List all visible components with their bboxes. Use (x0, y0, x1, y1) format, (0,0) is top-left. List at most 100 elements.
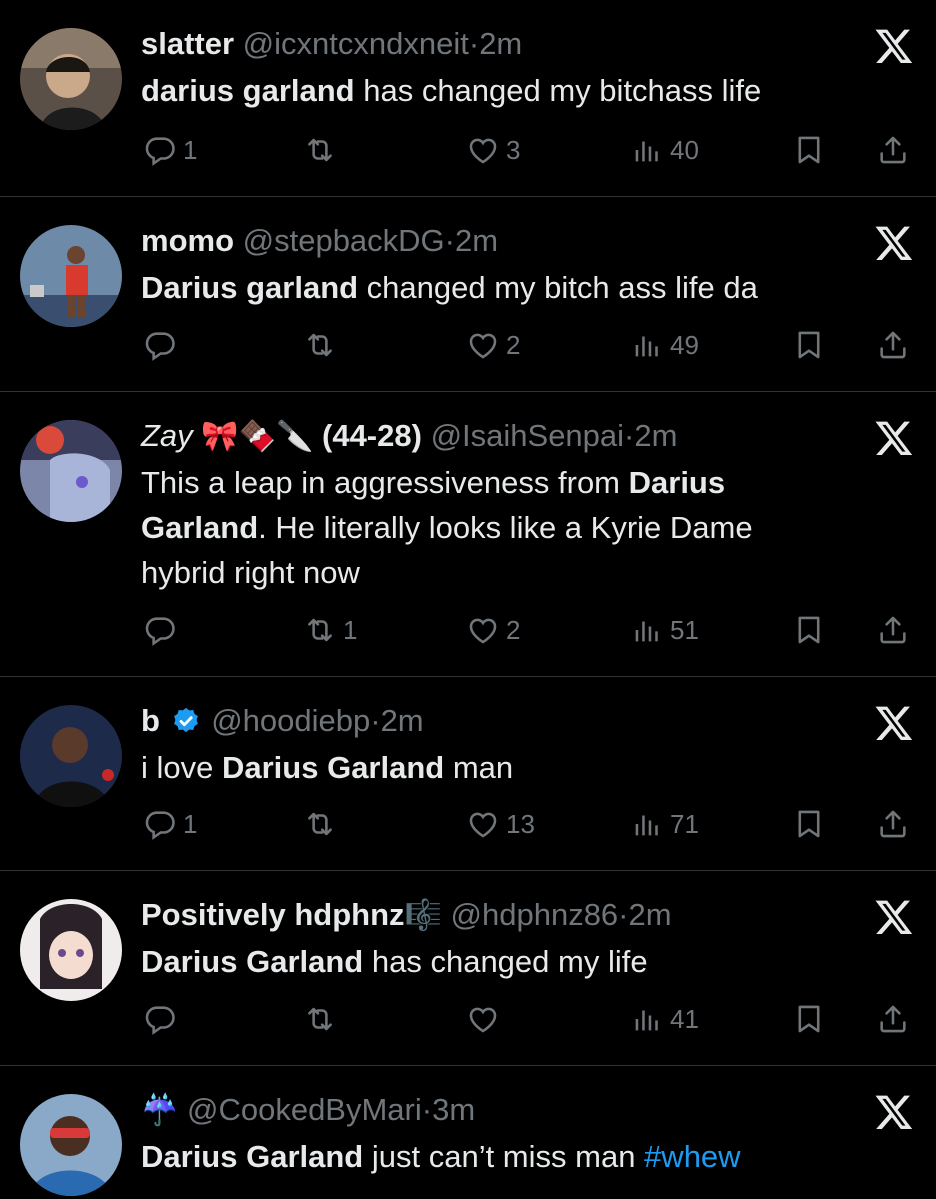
views-button[interactable]: 40 (630, 130, 699, 170)
tweet[interactable]: b @hoodiebp·2m i love Darius Garland man… (0, 677, 936, 870)
bookmark-icon (792, 1002, 826, 1036)
timestamp[interactable]: 2m (455, 223, 498, 258)
retweet-button[interactable] (303, 130, 343, 170)
view-count: 41 (670, 1003, 699, 1034)
like-button[interactable]: 2 (466, 610, 520, 650)
avatar[interactable] (20, 225, 122, 327)
bookmark-button[interactable] (792, 325, 826, 365)
reply-button[interactable] (143, 999, 183, 1039)
views-button[interactable]: 41 (630, 999, 699, 1039)
bookmark-button[interactable] (792, 610, 826, 650)
avatar[interactable] (20, 1094, 122, 1196)
bookmark-button[interactable] (792, 999, 826, 1039)
display-name[interactable]: b (141, 703, 160, 738)
view-count: 40 (670, 134, 699, 165)
action-bar: 1 2 51 (0, 610, 936, 650)
highlight-text: Darius Garland (221, 750, 445, 785)
like-icon (466, 328, 500, 362)
tweet-text: Darius Garland just can’t miss man #whew (141, 1134, 831, 1179)
body-text: has changed my life (363, 944, 648, 979)
like-count: 3 (506, 134, 521, 165)
share-button[interactable] (876, 804, 910, 844)
bookmark-button[interactable] (792, 804, 826, 844)
highlight-text: Darius garland (141, 270, 359, 305)
reply-button[interactable] (143, 610, 183, 650)
share-icon (876, 328, 910, 362)
handle[interactable]: @CookedByMari (187, 1092, 422, 1127)
view-count: 51 (670, 614, 699, 645)
display-name[interactable]: Positively hdphnz (141, 897, 405, 932)
like-button[interactable]: 3 (466, 130, 520, 170)
verified-badge-icon (173, 707, 198, 733)
highlight-text: darius garland (141, 73, 355, 108)
tweet-header: Positively hdphnz🎼 @hdphnz86·2m (141, 893, 672, 938)
avatar[interactable] (20, 420, 122, 522)
x-logo-icon (874, 418, 914, 458)
retweet-icon (303, 1002, 337, 1036)
share-icon (876, 807, 910, 841)
like-button[interactable]: 13 (466, 804, 535, 844)
retweet-button[interactable] (303, 804, 343, 844)
action-bar: 41 (0, 999, 936, 1039)
handle[interactable]: @icxntcxndxneit (243, 26, 469, 61)
timestamp[interactable]: 3m (432, 1092, 475, 1127)
views-button[interactable]: 71 (630, 804, 699, 844)
display-name[interactable]: slatter (141, 26, 234, 61)
handle[interactable]: @IsaihSenpai (431, 418, 624, 453)
like-button[interactable]: 2 (466, 325, 520, 365)
bookmark-icon (792, 613, 826, 647)
timestamp[interactable]: 2m (629, 897, 672, 932)
reply-button[interactable]: 1 (143, 130, 197, 170)
bookmark-button[interactable] (792, 130, 826, 170)
action-bar: 2 49 (0, 325, 936, 365)
retweet-count: 1 (343, 614, 358, 645)
handle[interactable]: @stepbackDG (243, 223, 445, 258)
reply-count: 1 (183, 808, 198, 839)
tweet-text: darius garland has changed my bitchass l… (141, 68, 831, 113)
share-button[interactable] (876, 999, 910, 1039)
retweet-button[interactable]: 1 (303, 610, 357, 650)
tweet[interactable]: Zay 🎀🍫🔪 (44-28) @IsaihSenpai·2m This a l… (0, 392, 936, 676)
body-text: i love (141, 750, 222, 785)
hashtag-link[interactable]: #whew (644, 1139, 741, 1174)
x-logo-icon (874, 703, 914, 743)
like-button[interactable] (466, 999, 506, 1039)
timestamp[interactable]: 2m (381, 703, 424, 738)
body-text: changed my bitch ass life da (358, 270, 758, 305)
retweet-button[interactable] (303, 999, 343, 1039)
tweet[interactable]: slatter @icxntcxndxneit·2m darius garlan… (0, 0, 936, 196)
display-name[interactable]: momo (141, 223, 234, 258)
view-count: 71 (670, 808, 699, 839)
tweet-header: ☔ @CookedByMari·3m (141, 1088, 475, 1133)
views-icon (630, 133, 664, 167)
timestamp[interactable]: 2m (479, 26, 522, 61)
retweet-button[interactable] (303, 325, 343, 365)
handle[interactable]: @hoodiebp (211, 703, 370, 738)
views-button[interactable]: 49 (630, 325, 699, 365)
views-icon (630, 328, 664, 362)
views-button[interactable]: 51 (630, 610, 699, 650)
display-name[interactable]: Zay (141, 418, 193, 453)
separator-dot: · (618, 897, 629, 932)
like-icon (466, 613, 500, 647)
reply-button[interactable] (143, 325, 183, 365)
tweet[interactable]: Positively hdphnz🎼 @hdphnz86·2m Darius G… (0, 871, 936, 1065)
share-button[interactable] (876, 130, 910, 170)
separator-dot: · (624, 418, 635, 453)
timestamp[interactable]: 2m (634, 418, 677, 453)
view-count: 49 (670, 329, 699, 360)
tweet-header: b @hoodiebp·2m (141, 699, 424, 743)
share-button[interactable] (876, 325, 910, 365)
tweet-text: Darius garland changed my bitch ass life… (141, 265, 831, 310)
handle[interactable]: @hdphnz86 (451, 897, 619, 932)
reply-button[interactable]: 1 (143, 804, 197, 844)
separator-dot: · (444, 223, 455, 258)
reply-icon (143, 133, 177, 167)
avatar[interactable] (20, 28, 122, 130)
tweet[interactable]: momo @stepbackDG·2m Darius garland chang… (0, 197, 936, 391)
avatar[interactable] (20, 705, 122, 807)
avatar[interactable] (20, 899, 122, 1001)
share-button[interactable] (876, 610, 910, 650)
name-emoji: ☔ (141, 1094, 179, 1127)
tweet[interactable]: ☔ @CookedByMari·3m Darius Garland just c… (0, 1066, 936, 1199)
